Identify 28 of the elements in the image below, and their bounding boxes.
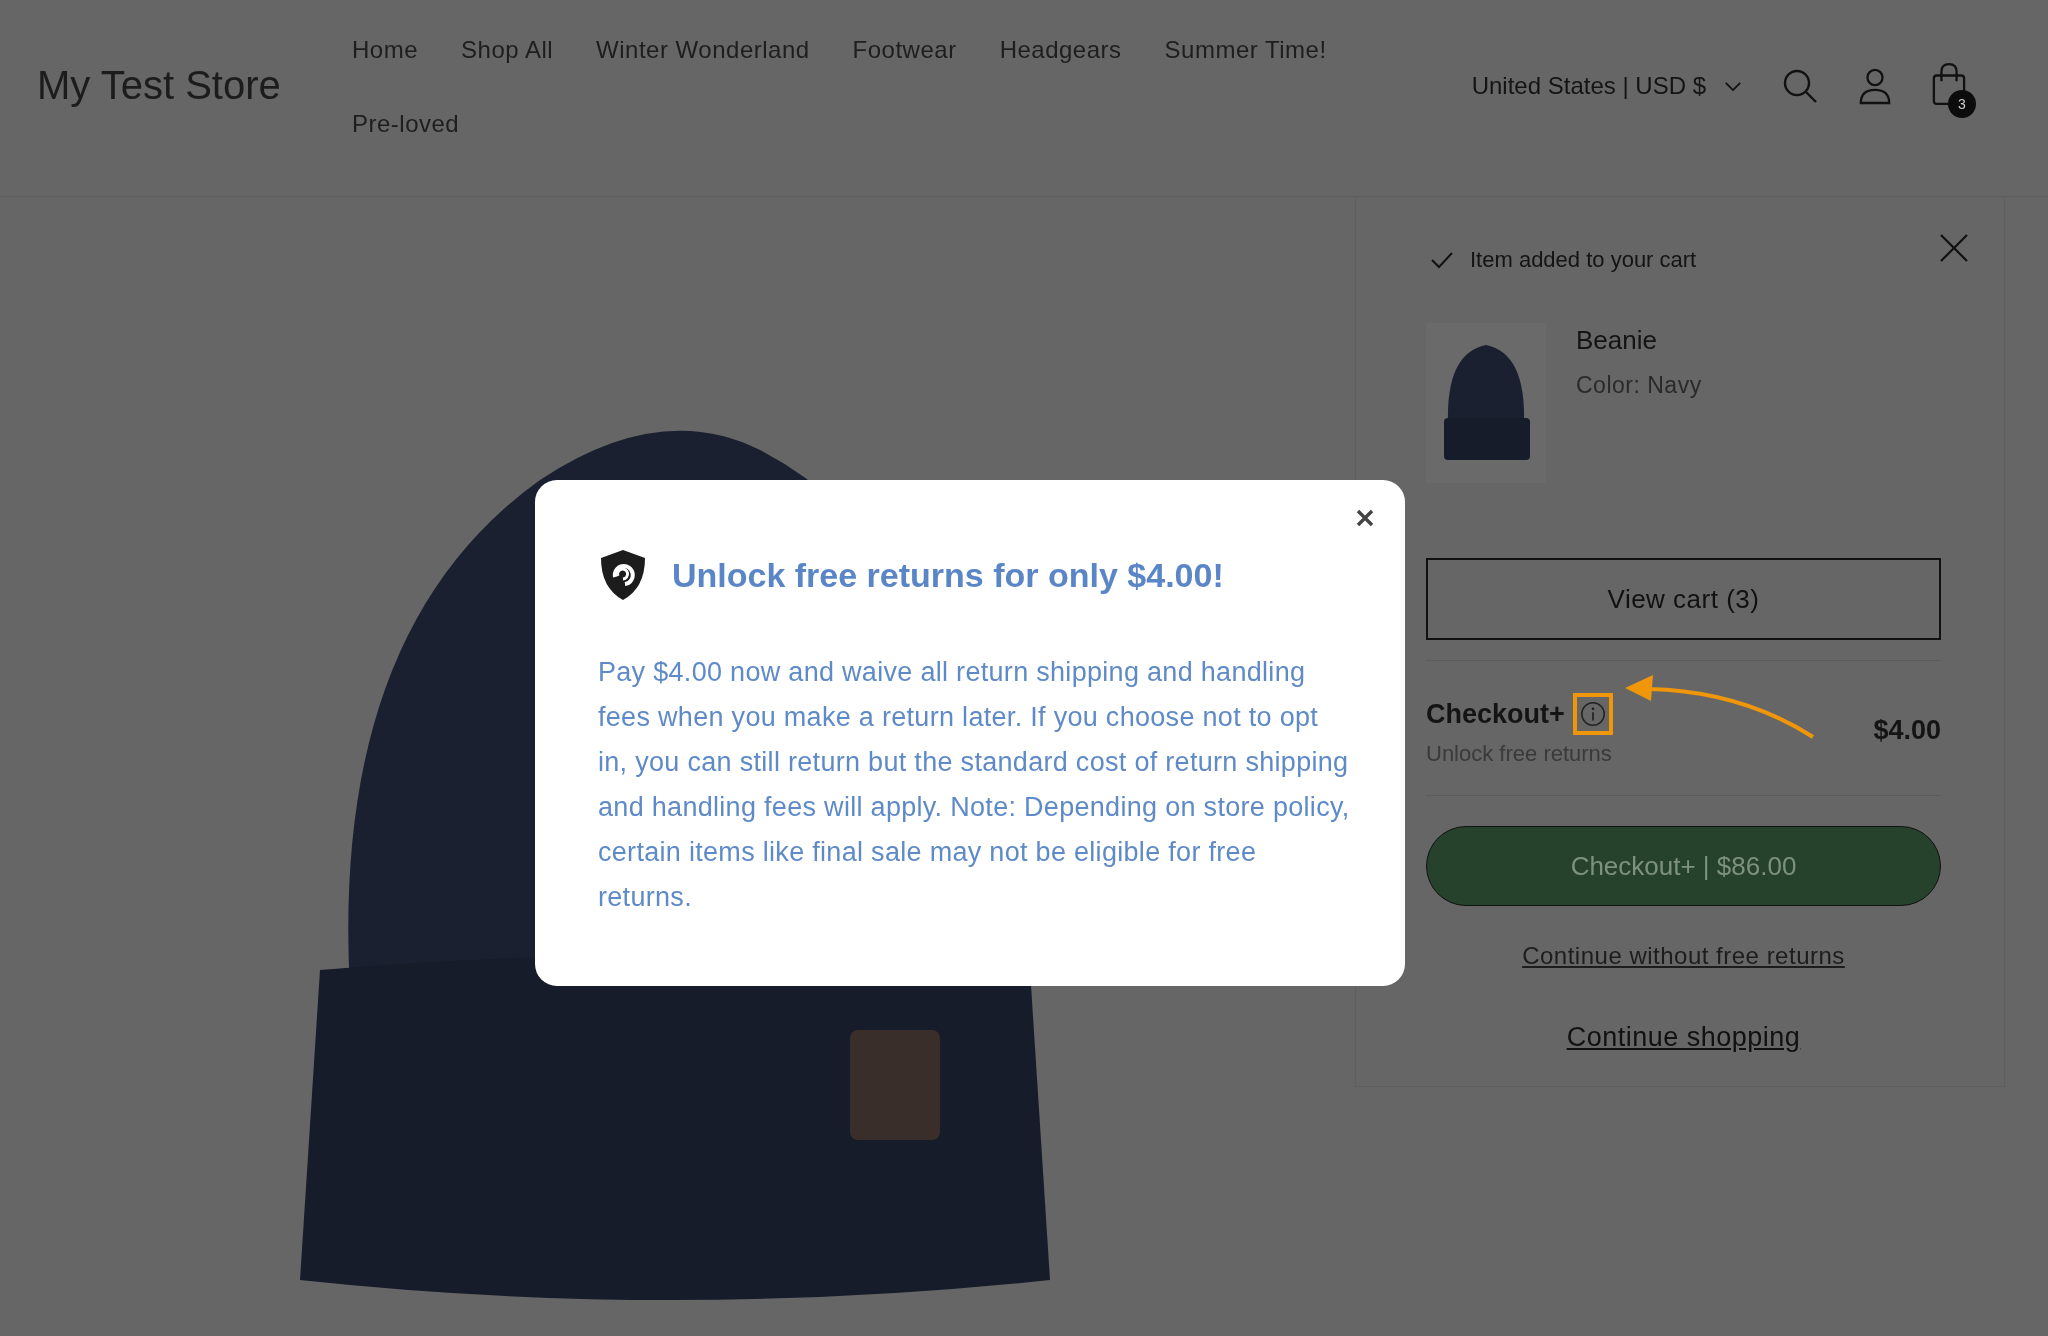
- checkmark-icon: [1430, 251, 1454, 269]
- view-cart-button[interactable]: View cart (3): [1426, 558, 1941, 640]
- nav-link[interactable]: Winter Wonderland: [596, 36, 810, 64]
- product-option: Color: Navy: [1576, 372, 1702, 399]
- nav-link[interactable]: Shop All: [461, 36, 554, 64]
- nav-link[interactable]: Summer Time!: [1164, 36, 1327, 64]
- checkout-button[interactable]: Checkout+ | $86.00: [1426, 826, 1941, 906]
- chevron-down-icon: [1724, 80, 1742, 92]
- decline-link[interactable]: Continue without free returns: [1522, 942, 1845, 970]
- info-icon[interactable]: [1578, 700, 1607, 728]
- search-icon[interactable]: [1782, 68, 1818, 104]
- nav-link[interactable]: Pre-loved: [352, 110, 460, 138]
- nav-link[interactable]: Footwear: [852, 36, 957, 64]
- continue-shopping-link[interactable]: Continue shopping: [1566, 1022, 1801, 1053]
- protection-title: Checkout+: [1426, 698, 1565, 730]
- nav-link[interactable]: Home: [352, 36, 419, 64]
- modal-title: Unlock free returns for only $4.00!: [672, 555, 1224, 595]
- product-name: Beanie: [1576, 325, 1658, 356]
- nav-link[interactable]: Headgears: [999, 36, 1122, 64]
- account-icon[interactable]: [1858, 67, 1892, 105]
- modal-description: Pay $4.00 now and waive all return shipping and handling fees when you make a return later. If you choose not to opt in, you can still return but the standard cost of return shipping and handling fees will apply. Note: Depending on store policy, certain items like final sale may not be eligible for free returns.: [598, 656, 1351, 914]
- cart-count-badge: 3: [1948, 90, 1976, 118]
- shield-icon: [598, 548, 648, 602]
- added-notice: Item added to your cart: [1470, 247, 1697, 273]
- store-logo[interactable]: My Test Store: [37, 63, 352, 108]
- locale-selector[interactable]: United States | USD $: [1471, 72, 1742, 100]
- protection-price: $4.00: [1873, 714, 1941, 746]
- close-icon[interactable]: [1355, 508, 1375, 528]
